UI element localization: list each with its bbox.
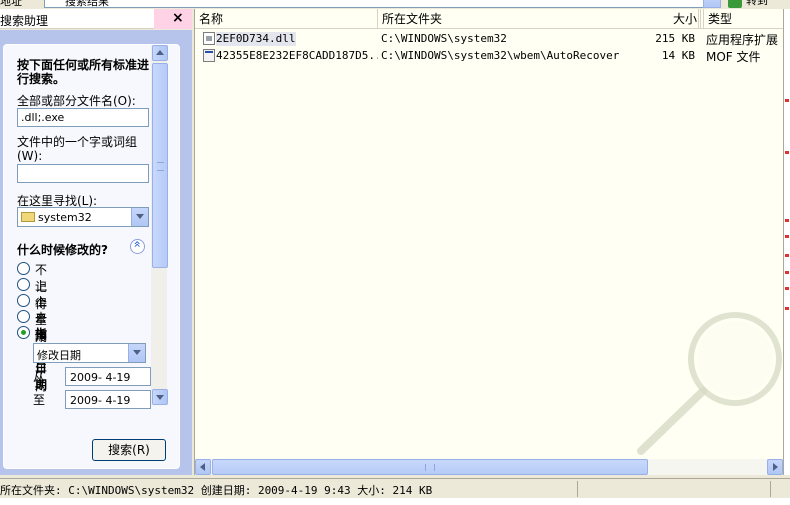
search-assistant-pane: 按下面任何或所有标准进行搜索。 全部或部分文件名(O): 文件中的一个字或词组(… [0, 30, 192, 475]
address-bar: 地址 搜索结果 转到 [0, 0, 790, 9]
radio-button[interactable] [17, 262, 30, 275]
collapse-icon[interactable] [130, 239, 145, 254]
radio-button[interactable] [17, 310, 30, 323]
address-input[interactable]: 搜索结果 [44, 0, 720, 8]
to-date-value: 2009- 4-19 [70, 394, 131, 407]
radio-button[interactable] [17, 278, 30, 291]
address-value: 搜索结果 [65, 0, 109, 8]
column-header-name[interactable]: 名称 [195, 9, 378, 29]
filename-input[interactable] [17, 108, 149, 127]
column-header-type[interactable]: 类型 [704, 9, 784, 29]
file-type: MOF 文件 [706, 50, 761, 64]
filename-label: 全部或部分文件名(O): [17, 94, 136, 108]
pane-title: 搜索助理 [0, 14, 49, 28]
table-row[interactable]: 2EF0D734.dll C:\WINDOWS\system32 215 KB … [195, 30, 784, 47]
address-label: 地址 [0, 0, 22, 8]
dll-file-icon [203, 32, 215, 45]
file-name: 42355E8E232EF8CADD187D5... [216, 49, 378, 62]
file-name-cell: 2EF0D734.dll [216, 32, 296, 46]
from-label: 从 [33, 370, 46, 384]
address-dropdown-button[interactable] [703, 0, 721, 8]
file-name: 2EF0D734.dll [216, 32, 296, 45]
file-size: 215 KB [655, 32, 695, 45]
search-criteria-panel: 按下面任何或所有标准进行搜索。 全部或部分文件名(O): 文件中的一个字或词组(… [3, 44, 180, 469]
panel-scrollbar[interactable] [151, 45, 168, 405]
mof-file-icon [203, 49, 215, 62]
column-header-size[interactable]: 大小 [651, 9, 704, 29]
chevron-down-icon[interactable] [131, 208, 148, 226]
scroll-thumb[interactable] [152, 63, 168, 268]
from-date-input[interactable]: 2009- 4-19 [65, 367, 151, 386]
when-modified-title: 什么时候修改的? [17, 243, 108, 257]
status-separator [577, 481, 578, 497]
radio-button-checked[interactable] [17, 326, 30, 339]
text-input[interactable] [17, 164, 149, 183]
search-assistant-header: 搜索助理 × [0, 9, 192, 29]
search-button[interactable]: 搜索(R) [92, 439, 166, 461]
radio-button[interactable] [17, 294, 30, 307]
scroll-up-button[interactable] [152, 45, 168, 61]
lookin-select[interactable]: system32 [17, 207, 149, 227]
search-magnifier-watermark-icon [637, 312, 782, 455]
table-row[interactable]: 42355E8E232EF8CADD187D5... C:\WINDOWS\sy… [195, 47, 784, 64]
search-results-pane: 名称 所在文件夹 大小 类型 2EF0D734.dll C:\WINDOWS\s… [194, 9, 784, 475]
status-separator [770, 481, 771, 497]
panel-content: 按下面任何或所有标准进行搜索。 全部或部分文件名(O): 文件中的一个字或词组(… [4, 45, 166, 468]
go-arrow-icon [728, 0, 742, 8]
close-icon[interactable]: × [172, 10, 184, 26]
status-bar: 所在文件夹: C:\WINDOWS\system32 创建日期: 2009-4-… [0, 478, 790, 498]
bottom-strip [0, 498, 790, 505]
date-type-value: 修改日期 [37, 349, 81, 362]
from-date-value: 2009- 4-19 [70, 371, 131, 384]
file-size: 14 KB [661, 49, 695, 62]
search-heading: 按下面任何或所有标准进行搜索。 [17, 58, 150, 86]
results-column-header: 名称 所在文件夹 大小 类型 [195, 9, 784, 29]
to-label: 至 [33, 393, 46, 407]
adjacent-window-edge [783, 9, 790, 475]
folder-icon [21, 212, 35, 222]
chevron-down-icon[interactable] [128, 344, 145, 362]
go-label: 转到 [746, 0, 768, 7]
go-button[interactable]: 转到 [728, 0, 776, 8]
date-type-select[interactable]: 修改日期 [33, 343, 146, 363]
results-horizontal-scrollbar[interactable] [195, 459, 784, 475]
file-type: 应用程序扩展 [706, 33, 779, 47]
scroll-right-button[interactable] [767, 459, 783, 475]
scroll-down-button[interactable] [152, 389, 168, 405]
scroll-left-button[interactable] [195, 459, 211, 475]
to-date-input[interactable]: 2009- 4-19 [65, 390, 151, 409]
status-text: 所在文件夹: C:\WINDOWS\system32 创建日期: 2009-4-… [0, 484, 433, 497]
horizontal-scroll-thumb[interactable] [212, 459, 648, 475]
lookin-value: system32 [38, 211, 92, 224]
text-label: 文件中的一个字或词组(W): [17, 135, 138, 163]
